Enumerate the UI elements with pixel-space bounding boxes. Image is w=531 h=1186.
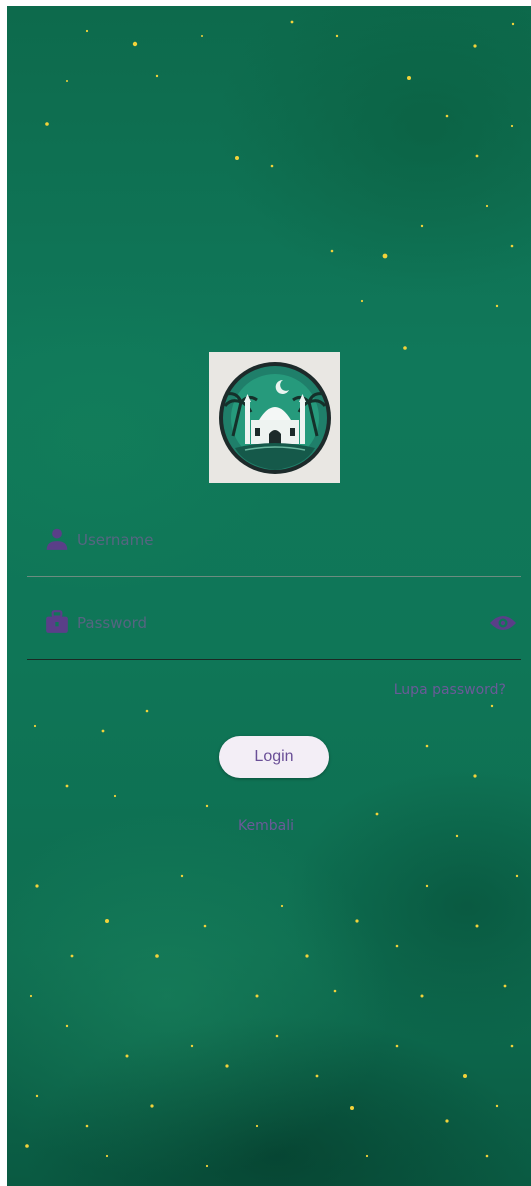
login-button[interactable]: Login (219, 736, 329, 778)
briefcase-lock-icon (46, 610, 68, 633)
username-input[interactable] (77, 526, 467, 554)
password-input[interactable] (77, 609, 467, 637)
app-logo (209, 352, 340, 483)
username-field (27, 506, 521, 577)
eye-icon[interactable] (489, 611, 517, 635)
login-screen: Lupa password? Login Kembali (7, 6, 531, 1186)
forgot-password-link[interactable]: Lupa password? (394, 682, 506, 698)
mosque-logo-icon (218, 361, 331, 474)
person-icon (46, 528, 68, 550)
back-link[interactable]: Kembali (7, 818, 528, 834)
password-field (27, 589, 521, 660)
